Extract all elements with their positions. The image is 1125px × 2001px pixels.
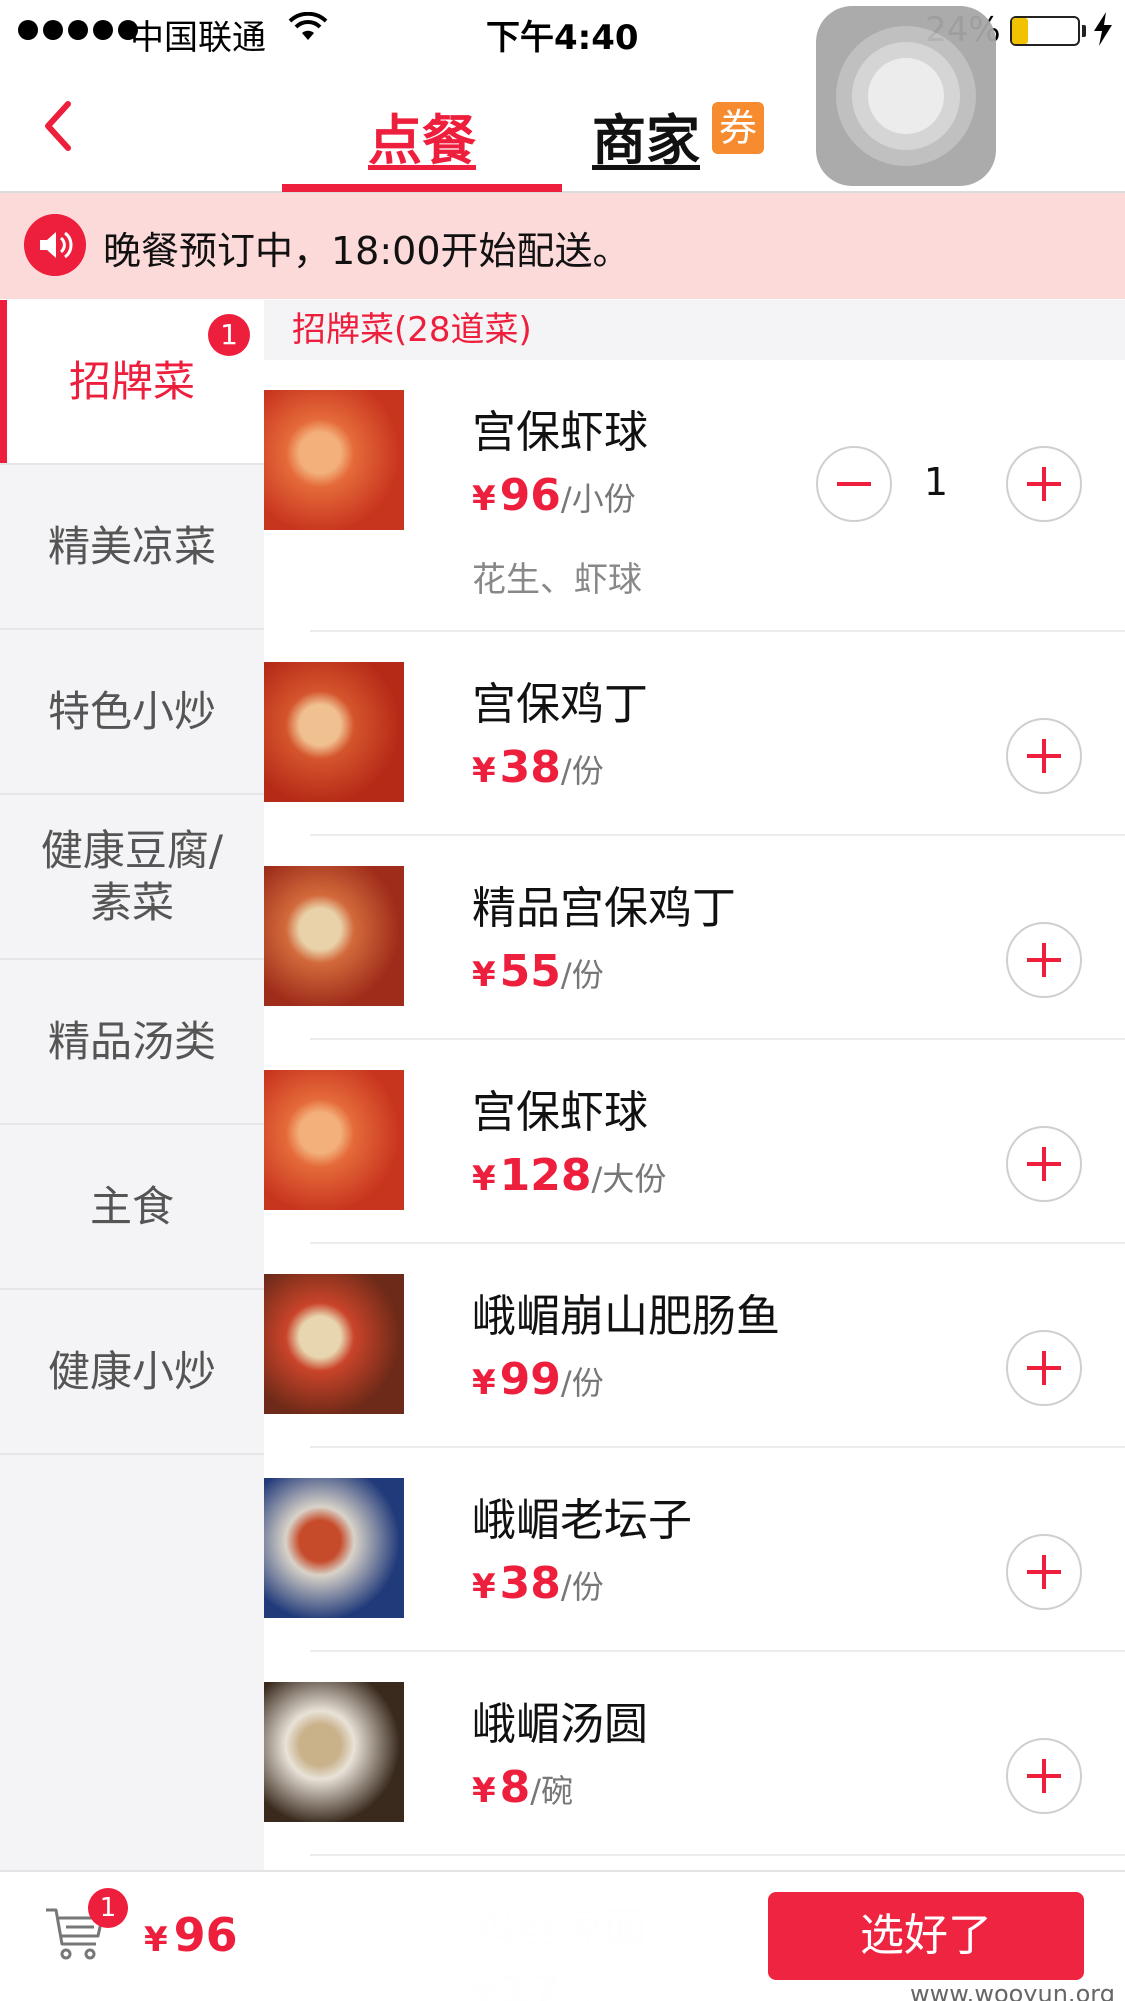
- sidebar-category-label: 主食: [89, 1181, 174, 1231]
- sidebar-category-label: 精美凉菜: [47, 521, 216, 571]
- dish-photo[interactable]: [264, 866, 404, 1006]
- dish-list: 宫保虾球 ¥96/小份 花生、虾球 1 宫保鸡丁 ¥38/份 精品宫保鸡丁 ¥55/份 宫保虾球…: [264, 360, 1125, 2001]
- price-unit: /份: [560, 1568, 604, 1606]
- dish-row[interactable]: 宫保鸡丁 ¥38/份: [264, 632, 1125, 836]
- dish-name: 宫保虾球: [472, 407, 648, 458]
- price-value: 128: [499, 1150, 592, 1201]
- sidebar-category-label: 精品汤类: [47, 1016, 216, 1066]
- dish-name: 峨嵋老坛子: [472, 1495, 692, 1546]
- dish-description: 花生、虾球: [472, 560, 642, 600]
- plus-icon[interactable]: [1006, 1534, 1082, 1610]
- notice-text: 晚餐预订中，18:00开始配送。: [103, 229, 631, 273]
- price-unit: /份: [560, 956, 604, 994]
- price-unit: /份: [560, 1364, 604, 1402]
- dish-name: 精品宫保鸡丁: [472, 883, 736, 934]
- dish-price: ¥38/份: [472, 742, 604, 793]
- sidebar-category-label: 招牌菜: [68, 356, 195, 406]
- plus-icon[interactable]: [1006, 922, 1082, 998]
- dish-row[interactable]: 峨嵋汤圆 ¥8/碗: [264, 1652, 1125, 1856]
- dish-photo[interactable]: [264, 1274, 404, 1414]
- dish-price: ¥99/份: [472, 1354, 604, 1405]
- dish-photo[interactable]: [264, 390, 404, 530]
- carrier-name: 中国联通: [130, 18, 266, 58]
- category-sidebar: 招牌菜 1 精美凉菜特色小炒健康豆腐/ 素菜精品汤类主食健康小炒: [0, 300, 264, 1870]
- dish-price: ¥55/份: [472, 946, 604, 997]
- currency-symbol: ¥: [472, 1363, 496, 1403]
- price-value: 55: [499, 946, 561, 997]
- sidebar-category-0[interactable]: 招牌菜 1: [0, 300, 264, 465]
- category-count-badge: 1: [208, 314, 250, 356]
- dish-row[interactable]: 宫保虾球 ¥128/大份: [264, 1040, 1125, 1244]
- assistive-touch-button[interactable]: [816, 6, 996, 186]
- price-unit: /碗: [530, 1772, 574, 1810]
- dish-name: 峨嵋汤圆: [472, 1699, 648, 1750]
- sidebar-category-1[interactable]: 精美凉菜: [0, 465, 264, 630]
- dish-price: ¥38/份: [472, 1558, 604, 1609]
- price-unit: /大份: [591, 1160, 667, 1198]
- dish-name: 峨嵋崩山肥肠鱼: [472, 1291, 780, 1342]
- dish-name: 宫保虾球: [472, 1087, 648, 1138]
- tab-order[interactable]: 点餐: [368, 96, 476, 175]
- price-unit: /小份: [560, 480, 636, 518]
- currency-symbol: ¥: [472, 955, 496, 995]
- sidebar-category-4[interactable]: 精品汤类: [0, 960, 264, 1125]
- confirm-order-button[interactable]: 选好了: [768, 1892, 1084, 1980]
- watermark: www.wooyun.org: [910, 1980, 1115, 2001]
- section-header: 招牌菜(28道菜): [264, 300, 1125, 360]
- price-value: 99: [499, 1354, 561, 1405]
- wifi-icon: [288, 12, 328, 40]
- plus-icon[interactable]: [1006, 446, 1082, 522]
- clock: 下午4:40: [486, 18, 639, 58]
- signal-strength-icon: [18, 20, 138, 40]
- currency-symbol: ¥: [144, 1920, 168, 1960]
- sidebar-category-5[interactable]: 主食: [0, 1125, 264, 1290]
- active-tab-indicator: [282, 184, 562, 192]
- dish-row[interactable]: 宫保虾球 ¥96/小份花生、虾球 1: [264, 360, 1125, 632]
- sidebar-category-label: 健康豆腐/ 素菜: [40, 825, 224, 927]
- price-value: 96: [499, 470, 561, 521]
- dish-price: ¥128/大份: [472, 1150, 666, 1201]
- dish-row[interactable]: 峨嵋崩山肥肠鱼 ¥99/份: [264, 1244, 1125, 1448]
- battery-tip: [1082, 25, 1086, 37]
- charging-bolt-icon: [1094, 12, 1112, 46]
- dish-row[interactable]: 精品宫保鸡丁 ¥55/份: [264, 836, 1125, 1040]
- dish-price: ¥96/小份: [472, 470, 636, 521]
- price-value: 38: [499, 1558, 561, 1609]
- cart-total-value: 96: [173, 1908, 238, 1962]
- plus-icon[interactable]: [1006, 1126, 1082, 1202]
- battery-icon: [1010, 16, 1080, 46]
- plus-icon[interactable]: [1006, 1330, 1082, 1406]
- sidebar-category-3[interactable]: 健康豆腐/ 素菜: [0, 795, 264, 960]
- dish-name: 宫保鸡丁: [472, 679, 648, 730]
- cart-total: ¥96: [144, 1908, 238, 1962]
- dish-price: ¥8/碗: [472, 1762, 573, 1813]
- sidebar-category-label: 健康小炒: [47, 1346, 216, 1396]
- speaker-icon: [24, 214, 86, 276]
- currency-symbol: ¥: [472, 1771, 496, 1811]
- dish-photo[interactable]: [264, 662, 404, 802]
- cart-count-badge: 1: [88, 1888, 128, 1928]
- price-unit: /份: [560, 752, 604, 790]
- back-chevron-icon[interactable]: [42, 100, 74, 152]
- sidebar-category-6[interactable]: 健康小炒: [0, 1290, 264, 1455]
- sidebar-category-2[interactable]: 特色小炒: [0, 630, 264, 795]
- coupon-badge: 券: [712, 102, 764, 154]
- currency-symbol: ¥: [472, 1159, 496, 1199]
- plus-icon[interactable]: [1006, 1738, 1082, 1814]
- plus-icon[interactable]: [1006, 718, 1082, 794]
- dish-quantity: 1: [923, 460, 949, 504]
- price-value: 38: [499, 742, 561, 793]
- delivery-notice: 晚餐预订中，18:00开始配送。: [0, 193, 1125, 299]
- currency-symbol: ¥: [472, 1567, 496, 1607]
- minus-icon[interactable]: [816, 446, 892, 522]
- dish-photo[interactable]: [264, 1478, 404, 1618]
- sidebar-category-label: 特色小炒: [47, 686, 216, 736]
- dish-row[interactable]: 峨嵋老坛子 ¥38/份: [264, 1448, 1125, 1652]
- price-value: 8: [499, 1762, 531, 1813]
- currency-symbol: ¥: [472, 751, 496, 791]
- dish-photo[interactable]: [264, 1070, 404, 1210]
- tab-merchant[interactable]: 商家: [592, 96, 700, 175]
- dish-photo[interactable]: [264, 1682, 404, 1822]
- currency-symbol: ¥: [472, 479, 496, 519]
